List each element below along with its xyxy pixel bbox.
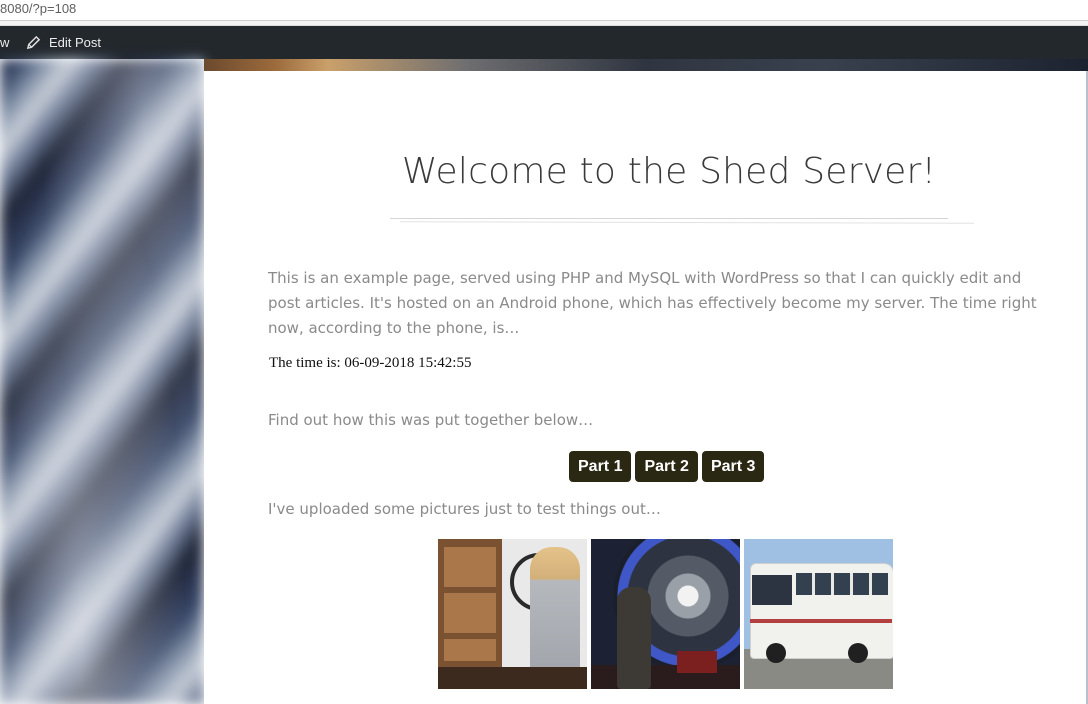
gallery-photo-woman-phone[interactable] <box>438 539 587 689</box>
gallery-photo-man-turbine[interactable] <box>591 539 740 689</box>
uploaded-text: I've uploaded some pictures just to test… <box>268 500 661 518</box>
shelf-compartment <box>444 593 496 633</box>
title-divider-shadow <box>399 221 975 224</box>
pencil-icon <box>26 35 41 50</box>
bus-wheel <box>848 643 868 663</box>
edit-post-label: Edit Post <box>49 35 102 50</box>
title-divider <box>390 218 948 219</box>
person-shape <box>617 587 651 689</box>
intro-paragraph: This is an example page, served using PH… <box>268 269 1037 337</box>
crate-shape <box>677 651 717 673</box>
shelf-compartment <box>444 547 496 587</box>
background-overlay <box>0 59 204 704</box>
part-1-button[interactable]: Part 1 <box>569 451 632 482</box>
post-content: Welcome to the Shed Server! This is an e… <box>204 71 1086 704</box>
bus-stripe <box>750 619 892 623</box>
admin-edit-post-link[interactable]: Edit Post <box>26 26 101 59</box>
address-bar[interactable]: 8080/?p=108 <box>0 0 1088 21</box>
part-3-button[interactable]: Part 3 <box>701 451 765 482</box>
shelf-compartment <box>444 639 496 661</box>
bus-windscreen <box>752 575 792 605</box>
admin-bar: w Edit Post <box>0 26 1088 59</box>
time-display: The time is: 06-09-2018 15:42:55 <box>269 355 472 371</box>
desk-shape <box>438 667 587 689</box>
part-2-button[interactable]: Part 2 <box>635 451 698 482</box>
floor-shape <box>591 665 740 689</box>
page-title: Welcome to the Shed Server! <box>401 151 937 192</box>
url-text[interactable]: 8080/?p=108 <box>0 0 76 18</box>
bus-side-windows <box>796 573 888 595</box>
part-buttons: Part 1 Part 2 Part 3 <box>569 451 765 482</box>
header-image-strip <box>204 59 1088 71</box>
gallery-photo-white-bus[interactable] <box>744 539 893 689</box>
admin-view-link[interactable]: w <box>0 26 9 59</box>
bus-wheel <box>766 643 786 663</box>
photo-gallery <box>438 539 893 689</box>
find-out-text: Find out how this was put together below… <box>268 411 594 429</box>
